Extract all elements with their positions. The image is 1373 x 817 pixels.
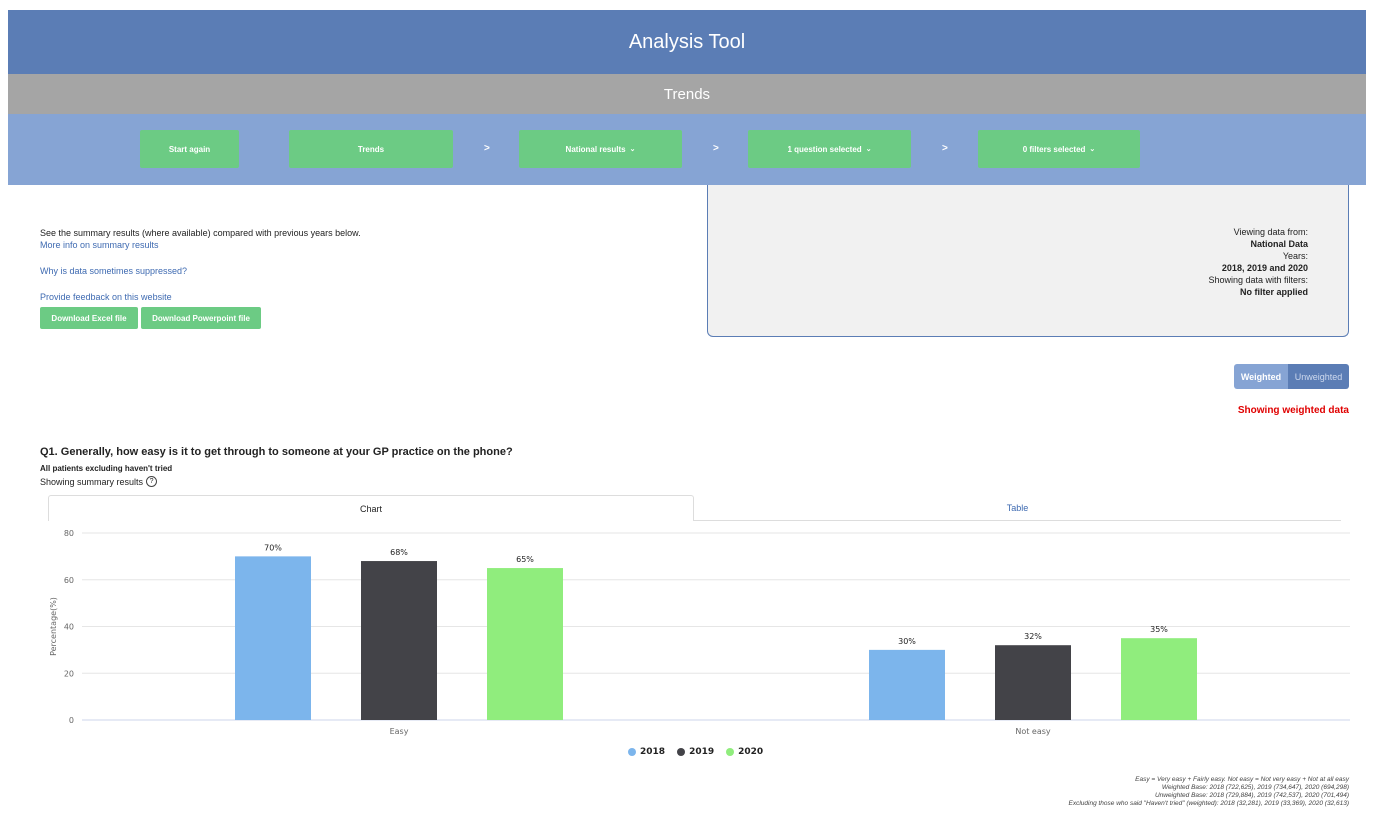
footnote-line: Weighted Base: 2018 (722,625), 2019 (734… xyxy=(1161,784,1349,791)
chart-footnotes: Easy = Very easy + Fairly easy. Not easy… xyxy=(1069,776,1349,808)
legend-label-2020: 2020 xyxy=(738,747,764,757)
legend-dot-2020 xyxy=(726,748,735,756)
footnote-line: Excluding those who said "Haven't tried"… xyxy=(1068,800,1349,807)
bar-2018-easy xyxy=(235,556,311,720)
national-results-label: National results xyxy=(565,144,626,154)
bar-2019-not-easy xyxy=(995,645,1071,720)
viewing-data-panel: Viewing data from: National Data Years: … xyxy=(707,185,1349,337)
summary-results-label: Showing summary results xyxy=(40,476,144,487)
view-tabs: Chart Table xyxy=(48,495,1341,521)
x-tick-label: Easy xyxy=(390,727,409,736)
x-tick-label: Not easy xyxy=(1015,727,1051,736)
more-info-link[interactable]: More info on summary results xyxy=(40,240,361,250)
question-base: All patients excluding haven't tried xyxy=(40,464,173,473)
y-tick-label: 0 xyxy=(69,716,74,725)
y-tick-label: 80 xyxy=(64,529,74,538)
footnote-line: Easy = Very easy + Fairly easy. Not easy… xyxy=(1135,776,1349,783)
years-value: 2018, 2019 and 2020 xyxy=(1221,263,1308,273)
unweighted-toggle-button[interactable]: Unweighted xyxy=(1288,364,1349,389)
legend-item-2018[interactable]: 2018 xyxy=(628,747,665,757)
chevron-down-icon: ⌄ xyxy=(629,146,636,153)
data-label: 68% xyxy=(390,548,408,557)
viewing-from-value: National Data xyxy=(1250,239,1308,249)
bar-chart: 0 20 40 60 80 Percentage(%) Easy 70% 68% 65% Not e… xyxy=(49,529,1350,736)
chart-legend: 2018 2019 2020 xyxy=(628,747,763,757)
nav-separator: > xyxy=(713,143,719,154)
feedback-link[interactable]: Provide feedback on this website xyxy=(40,292,361,302)
bar-2018-not-easy xyxy=(869,649,945,720)
summary-description: See the summary results (where available… xyxy=(40,228,361,238)
filters-label: 0 filters selected xyxy=(1022,144,1086,154)
questions-dropdown[interactable]: 1 question selected ⌄ xyxy=(748,130,911,168)
y-tick-label: 20 xyxy=(64,669,74,678)
weighting-status: Showing weighted data xyxy=(1237,405,1349,416)
info-panel: See the summary results (where available… xyxy=(40,228,361,306)
footnote-line: Unweighted Base: 2018 (729,884), 2019 (7… xyxy=(1154,792,1349,799)
filters-label-text: Showing data with filters: xyxy=(1208,275,1308,285)
viewing-data-details: Viewing data from: National Data Years: … xyxy=(1208,226,1308,298)
weighted-toggle-button[interactable]: Weighted xyxy=(1234,364,1288,389)
tab-table[interactable]: Table xyxy=(694,495,1341,521)
page-subheader: Trends xyxy=(8,74,1366,114)
chevron-down-icon: ⌄ xyxy=(865,146,872,153)
y-tick-label: 60 xyxy=(64,576,74,585)
national-results-dropdown[interactable]: National results ⌄ xyxy=(519,130,682,168)
filters-value: No filter applied xyxy=(1239,287,1308,297)
data-label: 30% xyxy=(898,637,916,646)
page-title: Trends xyxy=(663,85,711,103)
legend-item-2020[interactable]: 2020 xyxy=(726,747,763,757)
legend-dot-2018 xyxy=(628,748,636,756)
years-label: Years: xyxy=(1282,251,1308,261)
y-axis-label: Percentage(%) xyxy=(49,597,58,656)
summary-results-note: Showing summary results ? xyxy=(40,476,158,487)
filters-dropdown[interactable]: 0 filters selected ⌄ xyxy=(978,130,1140,168)
download-buttons: Download Excel file Download Powerpoint … xyxy=(40,307,261,329)
question-title: Q1. Generally, how easy is it to get thr… xyxy=(40,446,513,458)
chevron-down-icon: ⌄ xyxy=(1089,146,1096,153)
nav-separator: > xyxy=(484,143,490,154)
viewing-from-label: Viewing data from: xyxy=(1233,227,1308,237)
trends-step-button[interactable]: Trends xyxy=(289,130,453,168)
weighting-toggle: Weighted Unweighted xyxy=(1234,364,1349,389)
help-icon[interactable]: ? xyxy=(146,476,158,487)
start-again-button[interactable]: Start again xyxy=(140,130,239,168)
suppressed-link[interactable]: Why is data sometimes suppressed? xyxy=(40,266,361,276)
app-header: Analysis Tool xyxy=(8,10,1366,74)
data-label: 70% xyxy=(264,543,282,552)
data-label: 35% xyxy=(1150,625,1168,634)
data-label: 32% xyxy=(1024,632,1042,641)
y-tick-label: 40 xyxy=(64,623,74,632)
start-again-label: Start again xyxy=(168,144,211,154)
bar-2020-not-easy xyxy=(1121,638,1197,720)
nav-separator: > xyxy=(942,143,948,154)
download-powerpoint-button[interactable]: Download Powerpoint file xyxy=(141,307,261,329)
legend-label-2019: 2019 xyxy=(689,747,715,757)
data-label: 65% xyxy=(516,555,534,564)
legend-label-2018: 2018 xyxy=(640,747,666,757)
questions-label: 1 question selected xyxy=(787,144,862,154)
tab-chart[interactable]: Chart xyxy=(48,495,694,521)
bar-2020-easy xyxy=(487,568,563,720)
step-nav-bar: Start again Trends > National results ⌄ … xyxy=(8,114,1366,185)
bar-2019-easy xyxy=(361,561,437,720)
legend-item-2019[interactable]: 2019 xyxy=(677,747,714,757)
app-title: Analysis Tool xyxy=(628,30,746,53)
download-excel-button[interactable]: Download Excel file xyxy=(40,307,138,329)
trends-step-label: Trends xyxy=(357,144,385,154)
legend-dot-2019 xyxy=(677,748,686,756)
